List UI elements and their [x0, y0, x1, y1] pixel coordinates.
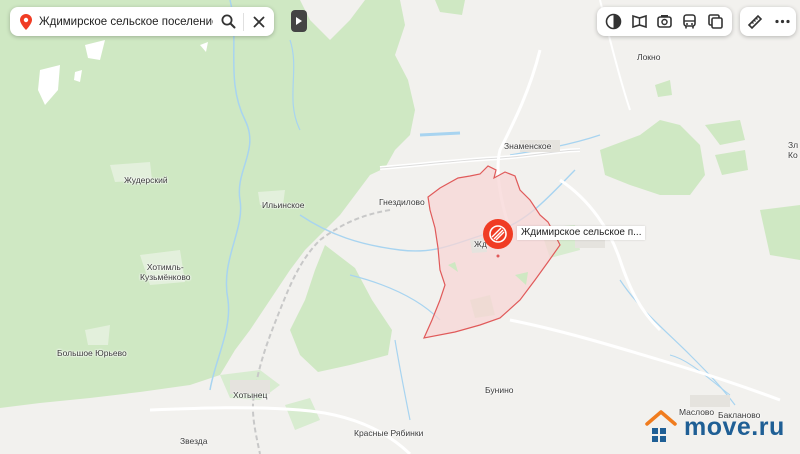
- place-label: Звезда: [180, 436, 208, 446]
- location-pin-icon: [13, 7, 39, 36]
- map-layers-toolbar: [597, 7, 732, 36]
- place-label: Хотынец: [233, 390, 268, 400]
- place-label: Гнездилово: [379, 197, 425, 207]
- river: [419, 131, 461, 137]
- search-button[interactable]: [213, 7, 243, 36]
- place-label: Ко: [788, 150, 798, 160]
- camera-icon: [657, 15, 672, 28]
- pin-icon: [483, 219, 513, 249]
- place-label: Локно: [637, 52, 661, 62]
- house-logo-icon: [645, 410, 677, 442]
- layers-button[interactable]: [603, 11, 625, 33]
- object-label[interactable]: Ждимирское сельское п...: [517, 226, 646, 240]
- snapshot-icon: [707, 14, 723, 29]
- place-label: Жудерский: [124, 175, 168, 185]
- transport-button[interactable]: [679, 11, 701, 33]
- search-icon: [221, 14, 235, 29]
- map-canvas[interactable]: [0, 0, 800, 454]
- brand-watermark: move.ru: [644, 404, 785, 450]
- camera-button[interactable]: [653, 11, 675, 33]
- place-label: Большое Юрьево: [57, 348, 127, 358]
- panorama-button[interactable]: [628, 11, 650, 33]
- search-box: Ждимирское сельское поселение: [10, 7, 274, 36]
- clear-button[interactable]: [244, 7, 274, 36]
- place-label: Хотимль- Кузьмёнково: [140, 262, 190, 282]
- map-tools-toolbar: [740, 7, 796, 36]
- ruler-button[interactable]: [743, 11, 765, 33]
- more-icon: [774, 19, 790, 24]
- layers-icon: [605, 13, 622, 30]
- place-label: Красные Рябинки: [354, 428, 424, 438]
- chevron-right-icon: [296, 17, 302, 25]
- more-button[interactable]: [771, 11, 793, 33]
- brand-name: move.ru: [684, 412, 785, 441]
- search-input[interactable]: Ждимирское сельское поселение: [39, 16, 213, 28]
- place-label: Ильинское: [262, 200, 305, 210]
- place-label: Бунино: [485, 385, 514, 395]
- place-label-line: Хотимль-: [146, 262, 184, 272]
- place-label: Зл: [788, 140, 799, 150]
- transport-icon: [683, 14, 697, 29]
- object-pin[interactable]: [482, 218, 514, 250]
- place-label: Знаменское: [504, 141, 552, 151]
- panorama-icon: [631, 14, 647, 29]
- snapshot-button[interactable]: [704, 11, 726, 33]
- collapse-panel-button[interactable]: [291, 10, 307, 32]
- ruler-icon: [747, 14, 762, 30]
- close-icon: [253, 16, 265, 27]
- place-label-line: Кузьмёнково: [140, 272, 191, 282]
